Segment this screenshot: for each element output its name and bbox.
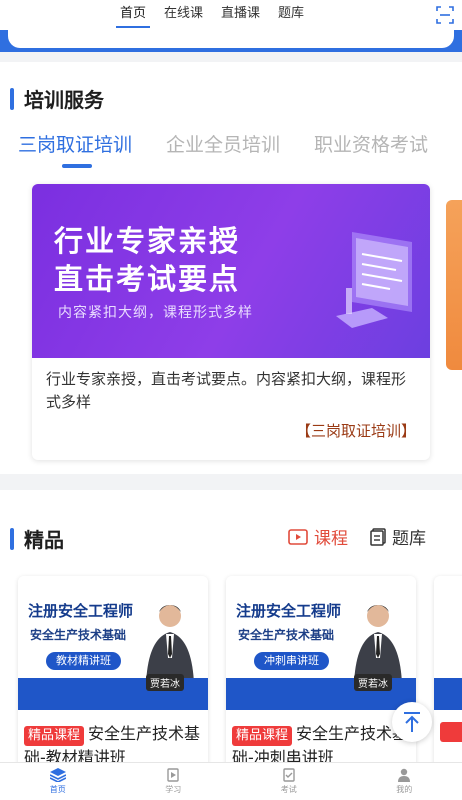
nav-home[interactable]: 首页 [0, 763, 116, 800]
tab-questions-label: 题库 [392, 529, 426, 549]
training-link[interactable]: 【三岗取证培训】 [296, 420, 416, 441]
training-description: 行业专家亲授，直击考试要点。内容紧扣大纲，课程形式多样 [46, 370, 407, 411]
back-to-top-button[interactable] [392, 702, 432, 742]
featured-title: 精品 [10, 524, 64, 553]
tab-enterprise-training[interactable]: 企业全员培训 [166, 130, 280, 157]
profile-icon [398, 768, 411, 782]
bottom-navigation: 首页 学习 考试 我的 [0, 762, 462, 800]
banner-line-2: 直击考试要点 [54, 262, 241, 296]
cover-subtitle: 安全生产技术基础 [238, 628, 335, 642]
nav-home-label: 首页 [49, 785, 66, 794]
title-bar [10, 87, 14, 110]
tab-three-post-training[interactable]: 三岗取证培训 [18, 130, 132, 168]
featured-tabs: 课程 题库 [288, 524, 448, 549]
tab-courses-label: 课程 [314, 529, 348, 549]
nav-study[interactable]: 学习 [116, 763, 232, 800]
teacher-photo-icon [146, 605, 194, 684]
nav-exam[interactable]: 考试 [231, 763, 347, 800]
product-card[interactable]: 注册安全工程师 安全生产技术基础 教材精讲班 贾若冰 精品课程 安全生产技术基础-… [18, 576, 208, 776]
top-navigation: 首页 在线课 直播课 题库 [0, 0, 462, 30]
nav-exam-label: 考试 [280, 785, 297, 794]
cover-subtitle: 安全生产技术基础 [30, 628, 127, 642]
product-badge [440, 722, 462, 742]
scan-icon[interactable] [436, 6, 454, 24]
banner-line-1: 行业专家亲授 [54, 224, 241, 258]
top-tabs: 首页 在线课 直播课 题库 [115, 0, 322, 30]
cover-pill: 冲刺串讲班 [254, 652, 329, 670]
tab-online-course[interactable]: 在线课 [164, 0, 203, 30]
tab-qualification-exam[interactable]: 职业资格考试 [314, 130, 428, 157]
document-icon [370, 527, 386, 546]
training-banner: 行业专家亲授 直击考试要点 内容紧扣大纲，课程形式多样 [32, 184, 430, 358]
next-card-peek[interactable] [446, 200, 462, 370]
product-card-peek[interactable] [434, 576, 462, 776]
teacher-photo-icon [354, 605, 402, 684]
training-card[interactable]: 行业专家亲授 直击考试要点 内容紧扣大纲，课程形式多样 行业专家亲授，直击考试要… [32, 184, 430, 460]
home-icon [49, 768, 66, 782]
product-badge: 精品课程 [24, 726, 85, 746]
featured-title-text: 精品 [24, 528, 64, 552]
cover-title: 注册安全工程师 [28, 602, 134, 620]
product-badge: 精品课程 [232, 726, 293, 746]
nav-study-label: 学习 [165, 785, 182, 794]
product-cover: 注册安全工程师 安全生产技术基础 冲刺串讲班 贾若冰 [226, 576, 416, 710]
teacher-name: 贾若冰 [354, 674, 392, 691]
tab-live-course[interactable]: 直播课 [221, 0, 260, 30]
nav-profile[interactable]: 我的 [347, 763, 462, 800]
cover-pill: 教材精讲班 [46, 652, 121, 670]
tab-home[interactable]: 首页 [115, 0, 151, 30]
screen-illustration-icon [336, 232, 412, 328]
tab-question-bank[interactable]: 题库 [278, 0, 304, 30]
exam-icon [283, 768, 295, 782]
tab-courses[interactable]: 课程 [288, 524, 348, 549]
training-title: 培训服务 [10, 84, 104, 113]
title-bar [10, 527, 14, 550]
training-tabs: 三岗取证培训 企业全员培训 职业资格考试 [18, 130, 462, 168]
study-icon [167, 768, 179, 782]
video-icon [288, 528, 308, 545]
header-card-remnant [8, 30, 454, 48]
cover-title: 注册安全工程师 [236, 602, 342, 620]
tab-questions[interactable]: 题库 [370, 524, 426, 549]
product-card[interactable]: 注册安全工程师 安全生产技术基础 冲刺串讲班 贾若冰 精品课程 安全生产技术基础-… [226, 576, 416, 776]
training-title-text: 培训服务 [24, 88, 104, 112]
nav-profile-label: 我的 [396, 785, 413, 794]
teacher-name: 贾若冰 [146, 674, 184, 691]
arrow-up-icon [404, 712, 420, 732]
product-cover: 注册安全工程师 安全生产技术基础 教材精讲班 贾若冰 [18, 576, 208, 710]
banner-subtitle: 内容紧扣大纲，课程形式多样 [58, 305, 253, 321]
cover-footer [434, 678, 462, 710]
